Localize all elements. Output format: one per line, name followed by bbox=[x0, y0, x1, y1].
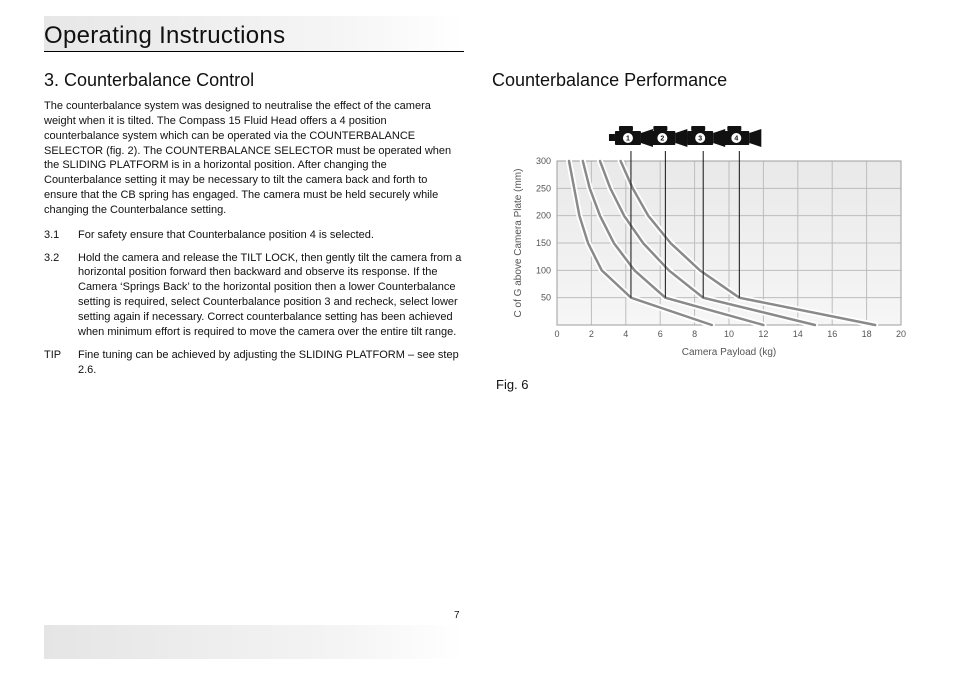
svg-text:6: 6 bbox=[658, 329, 663, 339]
svg-text:16: 16 bbox=[827, 329, 837, 339]
svg-text:2: 2 bbox=[589, 329, 594, 339]
svg-text:250: 250 bbox=[536, 183, 551, 193]
svg-text:C of G above Camera Plate (mm): C of G above Camera Plate (mm) bbox=[513, 169, 524, 318]
camera-icon: 4 bbox=[717, 126, 761, 147]
svg-text:12: 12 bbox=[758, 329, 768, 339]
page: Operating Instructions 3. Counterbalance… bbox=[0, 0, 954, 673]
svg-text:4: 4 bbox=[734, 136, 738, 143]
intro-paragraph: The counterbalance system was designed t… bbox=[44, 99, 464, 218]
step-number: TIP bbox=[44, 348, 78, 378]
svg-text:14: 14 bbox=[793, 329, 803, 339]
step-text: For safety ensure that Counterbalance po… bbox=[78, 228, 464, 243]
svg-text:2: 2 bbox=[660, 136, 664, 143]
section-heading-counterbalance-performance: Counterbalance Performance bbox=[492, 70, 922, 91]
step-number: 3.2 bbox=[44, 251, 78, 340]
svg-text:200: 200 bbox=[536, 211, 551, 221]
header-band: Operating Instructions bbox=[44, 16, 464, 52]
svg-text:3: 3 bbox=[698, 136, 702, 143]
step-item: 3.2Hold the camera and release the TILT … bbox=[44, 251, 464, 340]
figure-caption: Fig. 6 bbox=[496, 377, 922, 392]
left-column: 3. Counterbalance Control The counterbal… bbox=[44, 70, 464, 392]
svg-text:1: 1 bbox=[626, 136, 630, 143]
svg-text:20: 20 bbox=[896, 329, 906, 339]
step-item: 3.1For safety ensure that Counterbalance… bbox=[44, 228, 464, 243]
svg-text:300: 300 bbox=[536, 156, 551, 166]
svg-text:50: 50 bbox=[541, 293, 551, 303]
step-text: Hold the camera and release the TILT LOC… bbox=[78, 251, 464, 340]
svg-text:10: 10 bbox=[724, 329, 734, 339]
svg-text:18: 18 bbox=[862, 329, 872, 339]
page-title: Operating Instructions bbox=[44, 22, 464, 52]
camera-icon: 2 bbox=[643, 126, 687, 147]
section-heading-counterbalance-control: 3. Counterbalance Control bbox=[44, 70, 464, 91]
counterbalance-chart: 0246810121416182050100150200250300Camera… bbox=[507, 119, 907, 359]
right-column: Counterbalance Performance 0246810121416… bbox=[492, 70, 922, 392]
svg-text:8: 8 bbox=[692, 329, 697, 339]
svg-text:100: 100 bbox=[536, 265, 551, 275]
step-item: TIPFine tuning can be achieved by adjust… bbox=[44, 348, 464, 378]
steps-list: 3.1For safety ensure that Counterbalance… bbox=[44, 228, 464, 378]
step-number: 3.1 bbox=[44, 228, 78, 243]
svg-text:0: 0 bbox=[554, 329, 559, 339]
svg-text:4: 4 bbox=[623, 329, 628, 339]
page-number: 7 bbox=[454, 610, 460, 621]
svg-text:150: 150 bbox=[536, 238, 551, 248]
svg-text:Camera Payload (kg): Camera Payload (kg) bbox=[682, 347, 776, 358]
step-text: Fine tuning can be achieved by adjusting… bbox=[78, 348, 464, 378]
columns: 3. Counterbalance Control The counterbal… bbox=[44, 70, 926, 392]
chart-container: 0246810121416182050100150200250300Camera… bbox=[492, 119, 922, 359]
footer-band bbox=[44, 625, 464, 659]
